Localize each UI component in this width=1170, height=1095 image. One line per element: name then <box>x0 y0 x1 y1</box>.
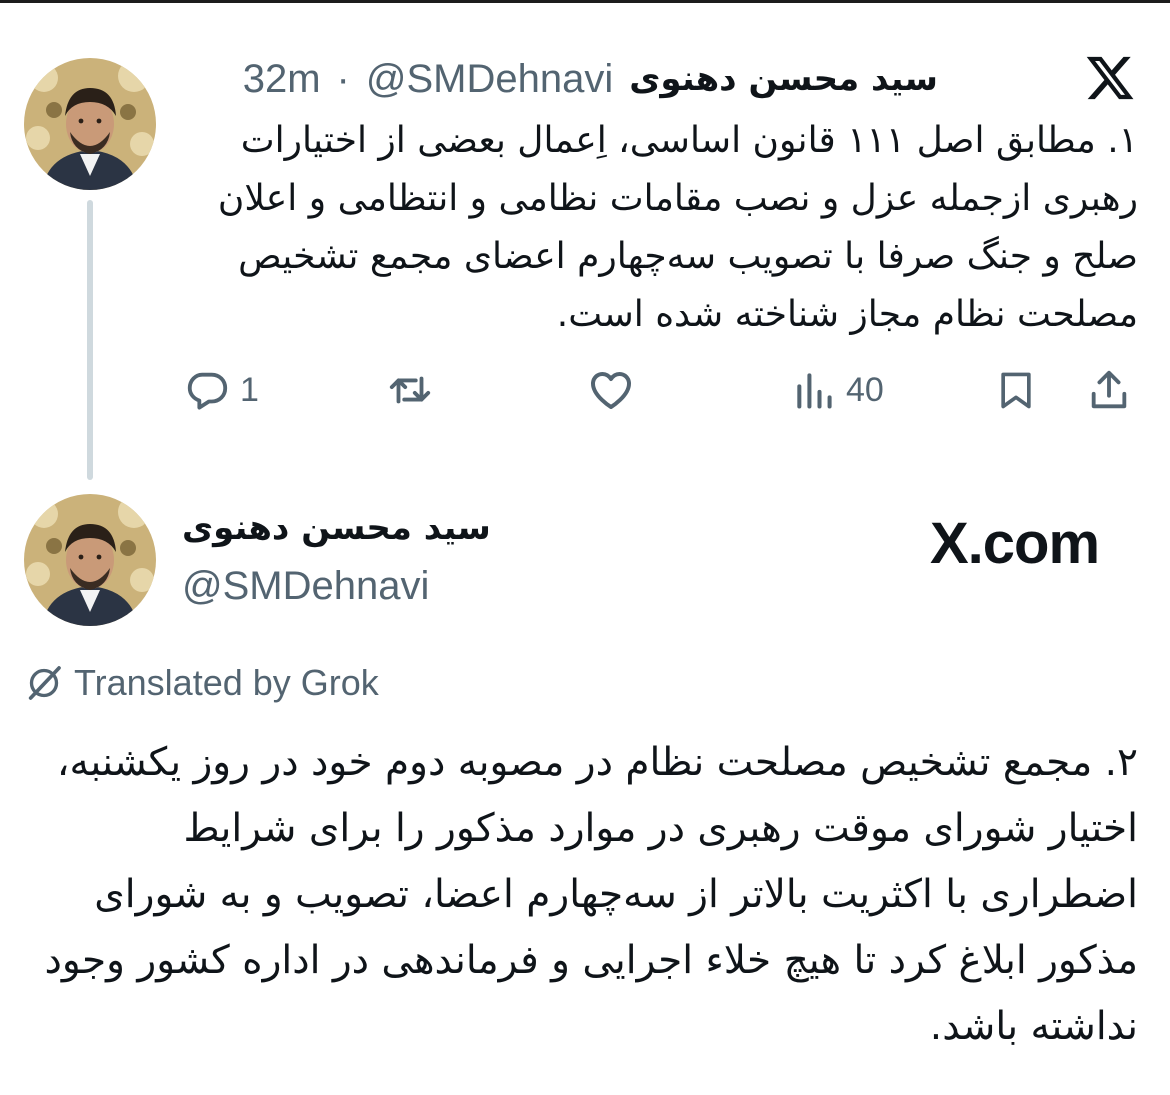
avatar-photo-icon <box>24 494 156 626</box>
author-display-name[interactable]: سید محسن دهنوی <box>182 508 542 548</box>
retweet-button[interactable] <box>384 362 436 418</box>
like-button[interactable] <box>586 362 636 418</box>
share-icon <box>1091 370 1127 409</box>
top-border <box>0 0 1170 3</box>
grok-icon <box>28 666 61 700</box>
avatar[interactable] <box>24 494 156 626</box>
avatar[interactable] <box>24 58 156 190</box>
heart-icon <box>591 372 631 409</box>
tweet-header: 32m · @SMDehnavi سید محسن دهنوی <box>243 54 938 104</box>
author-display-name[interactable]: سید محسن دهنوی <box>629 59 938 99</box>
tweet-timestamp[interactable]: 32m <box>243 57 321 102</box>
share-button[interactable] <box>1086 362 1132 418</box>
tweet-text: ۱. مطابق اصل ۱۱۱ قانون اساسی، اِعمال بعض… <box>217 120 1138 335</box>
reply-button[interactable]: 1 <box>184 362 259 418</box>
tweet-text: ۲. مجمع تشخیص مصلحت نظام در مصوبه دوم خو… <box>44 740 1138 1049</box>
retweet-icon <box>389 376 431 404</box>
meta-separator: · <box>336 56 350 101</box>
reply-icon <box>187 372 228 410</box>
tweet-action-bar: 1 40 <box>0 362 1170 418</box>
bookmark-icon <box>1001 372 1031 409</box>
translation-label: Translated by Grok <box>74 662 379 703</box>
translation-notice[interactable]: Translated by Grok <box>24 662 379 704</box>
reply-count: 1 <box>240 370 259 409</box>
views-icon <box>797 373 832 409</box>
avatar-photo-icon <box>24 58 156 190</box>
view-count: 40 <box>846 370 884 409</box>
x-logo-icon <box>1086 56 1134 100</box>
thread-connector-line <box>87 200 93 480</box>
views-button[interactable]: 40 <box>792 362 884 418</box>
bookmark-button[interactable] <box>994 362 1038 418</box>
brand-label: X.com <box>930 511 1100 576</box>
author-handle[interactable]: @SMDehnavi <box>366 57 613 102</box>
author-handle[interactable]: @SMDehnavi <box>182 564 429 609</box>
